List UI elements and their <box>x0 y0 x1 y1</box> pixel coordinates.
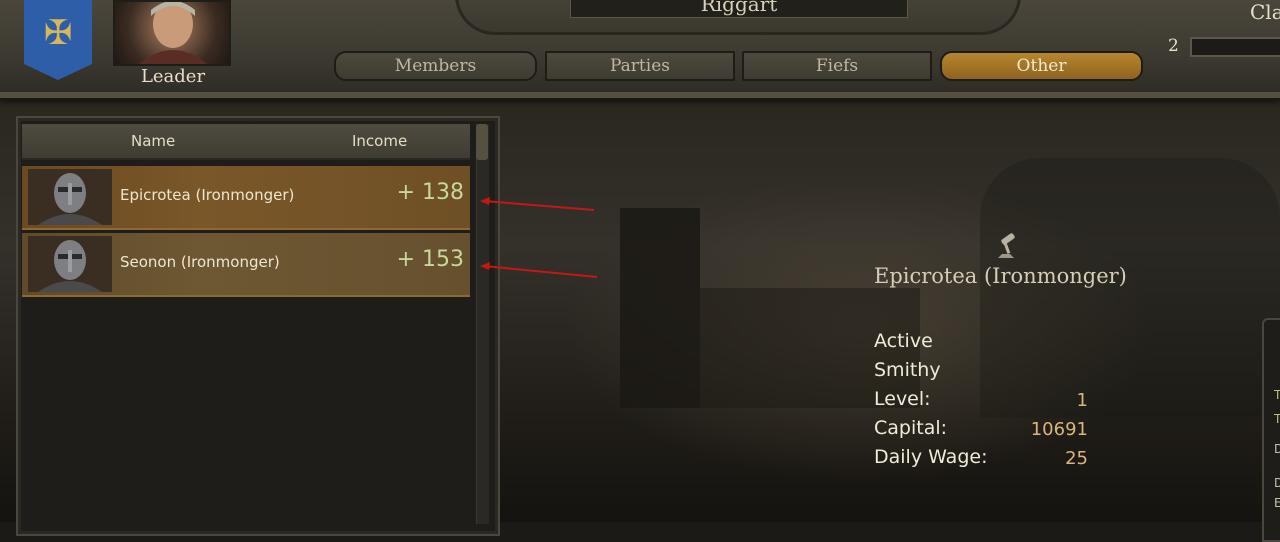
workshop-income: + 138 <box>396 180 464 205</box>
hill-silhouette <box>980 158 1280 418</box>
eagle-emblem-icon: ✠ <box>43 13 73 53</box>
side-letter: T <box>1274 412 1280 426</box>
daily-wage-value: 25 <box>1065 448 1088 469</box>
tab-parties[interactable]: Parties <box>545 51 735 81</box>
daily-wage-label: Daily Wage: <box>874 446 988 468</box>
side-letter: E <box>1274 496 1280 510</box>
capital-value: 10691 <box>1030 419 1088 440</box>
workshop-type: Smithy <box>874 359 941 381</box>
side-letter: T <box>1274 388 1280 402</box>
workshop-detail-title: Epicrotea (Ironmonger) <box>874 264 1127 288</box>
workshop-name: Seonon (Ironmonger) <box>120 253 280 271</box>
tab-fiefs[interactable]: Fiefs <box>742 51 932 81</box>
clan-name: Riggart <box>570 0 908 18</box>
clan-banner[interactable]: ✠ <box>24 0 92 80</box>
leader-face-icon <box>139 0 207 64</box>
column-header-income[interactable]: Income <box>352 132 407 150</box>
capital-label: Capital: <box>874 417 948 439</box>
level-label: Level: <box>874 388 931 410</box>
column-header-name[interactable]: Name <box>131 132 175 150</box>
tab-other[interactable]: Other <box>940 51 1143 81</box>
banner-edge <box>0 92 1280 98</box>
side-letter: D <box>1274 476 1280 490</box>
list-item[interactable]: Epicrotea (Ironmonger) + 138 <box>22 166 470 230</box>
list-item[interactable]: Seonon (Ironmonger) + 153 <box>22 233 470 297</box>
leader-label: Leader <box>140 66 206 87</box>
anvil-hammer-icon <box>998 233 1015 258</box>
level-value: 1 <box>1076 390 1088 411</box>
tab-members[interactable]: Members <box>334 51 537 81</box>
leader-portrait[interactable] <box>113 0 231 66</box>
helmet-avatar-icon <box>28 236 112 292</box>
scrollbar-thumb[interactable] <box>476 124 488 160</box>
workshop-name: Epicrotea (Ironmonger) <box>120 186 295 204</box>
side-panel-edge: T T D D E <box>1262 318 1280 542</box>
castle-silhouette <box>620 208 700 408</box>
workshop-status: Active <box>874 330 933 352</box>
list-scrollbar[interactable] <box>476 124 489 524</box>
clan-tier-progress-bar <box>1190 37 1280 57</box>
workshop-income: + 153 <box>396 247 464 272</box>
clan-label-partial: Cla <box>1250 0 1280 24</box>
helmet-avatar-icon <box>28 169 112 225</box>
clan-tier-number: 2 <box>1168 36 1179 56</box>
top-banner: ✠ Leader Riggart Members Parties Fiefs O… <box>0 0 1280 100</box>
red-arrow-annotation <box>480 197 598 278</box>
side-letter: D <box>1274 442 1280 456</box>
